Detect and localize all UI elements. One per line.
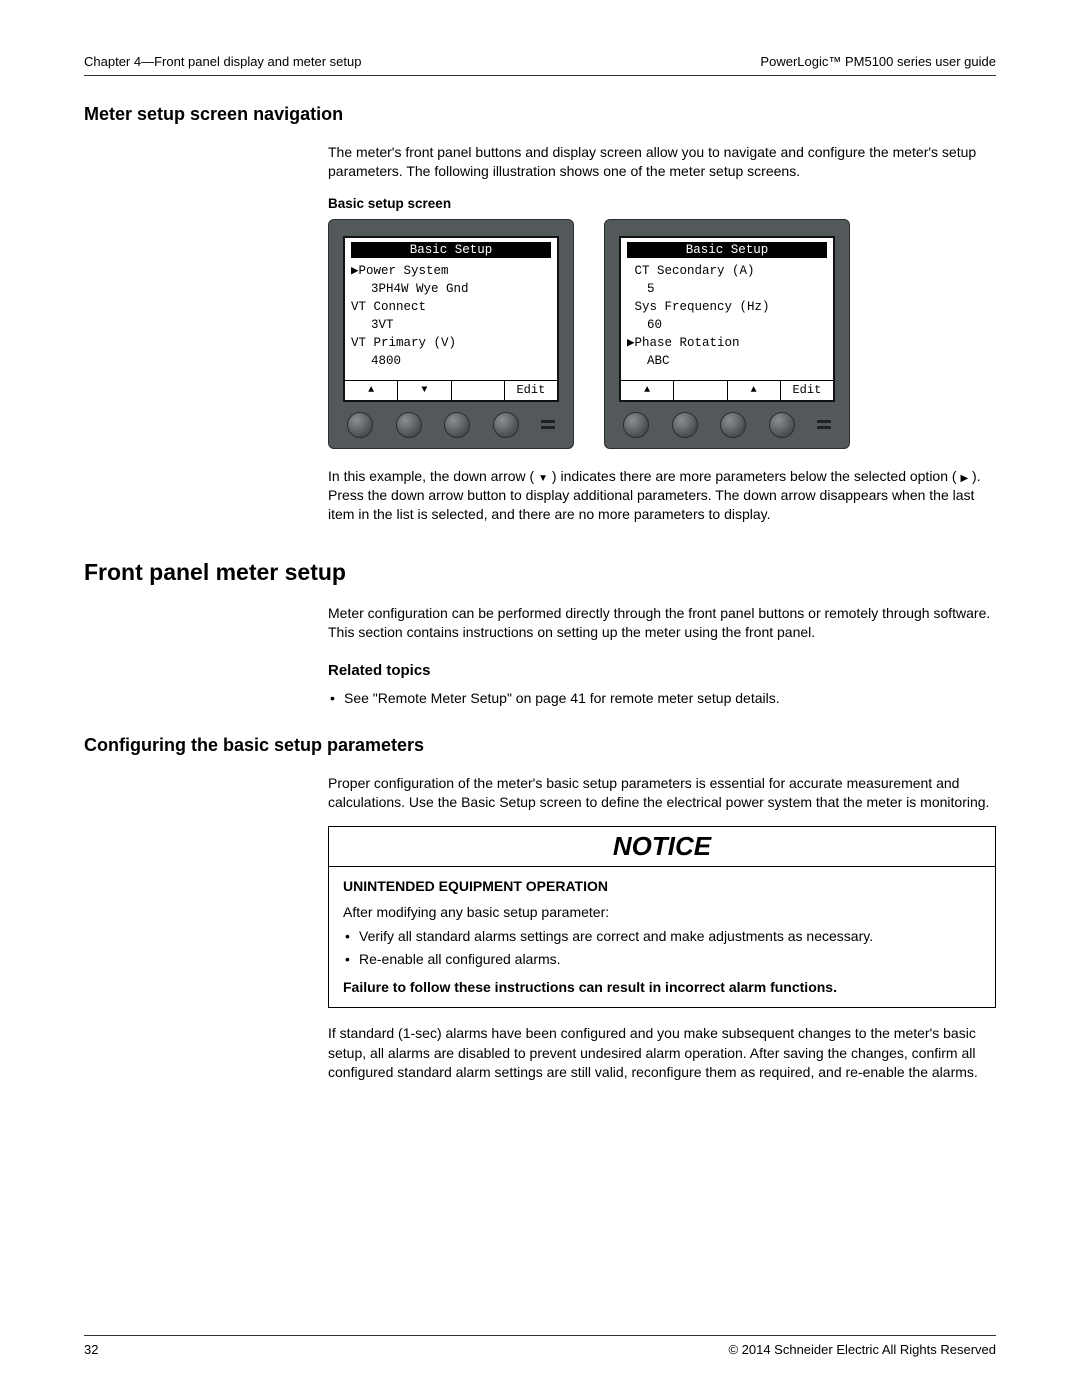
lcd-row: Sys Frequency (Hz) <box>627 298 827 316</box>
down-arrow-icon: ▼ <box>398 381 451 400</box>
header-right: PowerLogic™ PM5100 series user guide <box>760 54 996 69</box>
page-footer: 32 © 2014 Schneider Electric All Rights … <box>84 1335 996 1357</box>
hardware-button <box>347 412 373 438</box>
up-arrow-icon: ▲ <box>621 381 674 400</box>
lcd-row: CT Secondary (A) <box>627 262 827 280</box>
hardware-button <box>672 412 698 438</box>
section-front-panel-setup: Front panel meter setup <box>84 559 996 586</box>
notice-bullet: Verify all standard alarms settings are … <box>343 927 981 947</box>
para-example: In this example, the down arrow ( ▼ ) in… <box>328 467 996 525</box>
lcd-title: Basic Setup <box>627 242 827 258</box>
up-arrow-icon: ▲ <box>728 381 781 400</box>
foot-edit: Edit <box>781 381 833 400</box>
lcd-right: Basic Setup CT Secondary (A) 5 Sys Frequ… <box>619 236 835 402</box>
section-configuring-basic: Configuring the basic setup parameters <box>84 735 996 756</box>
down-arrow-inline-icon: ▼ <box>538 473 548 484</box>
lcd-value: 60 <box>627 316 827 334</box>
notice-title: NOTICE <box>329 827 995 867</box>
hardware-button <box>720 412 746 438</box>
meter-screens: Basic Setup ▶Power System 3PH4W Wye Gnd … <box>328 219 996 449</box>
foot-blank <box>674 381 727 400</box>
related-topic-item: See "Remote Meter Setup" on page 41 for … <box>328 689 996 709</box>
lcd-row: VT Connect <box>351 298 551 316</box>
lcd-left: Basic Setup ▶Power System 3PH4W Wye Gnd … <box>343 236 559 402</box>
hardware-button <box>623 412 649 438</box>
lcd-value: ABC <box>627 352 827 370</box>
menu-bars-icon <box>541 420 555 429</box>
foot-edit: Edit <box>505 381 557 400</box>
notice-bullet: Re-enable all configured alarms. <box>343 950 981 970</box>
notice-warning: Failure to follow these instructions can… <box>343 978 981 998</box>
lcd-row: ▶Power System <box>351 262 551 280</box>
hardware-button <box>396 412 422 438</box>
hardware-button <box>493 412 519 438</box>
notice-subtitle: UNINTENDED EQUIPMENT OPERATION <box>343 877 981 897</box>
right-arrow-inline-icon: ▶ <box>960 473 968 484</box>
meter-device-right: Basic Setup CT Secondary (A) 5 Sys Frequ… <box>604 219 850 449</box>
caption-basic-setup: Basic setup screen <box>328 196 996 211</box>
lcd-row: ▶Phase Rotation <box>627 334 827 352</box>
para-front-panel: Meter configuration can be performed dir… <box>328 604 996 643</box>
copyright: © 2014 Schneider Electric All Rights Res… <box>728 1342 996 1357</box>
lcd-footer: ▲ ▲ Edit <box>621 380 833 400</box>
header-left: Chapter 4—Front panel display and meter … <box>84 54 362 69</box>
page-number: 32 <box>84 1342 98 1357</box>
para-nav-intro: The meter's front panel buttons and disp… <box>328 143 996 182</box>
lcd-value: 4800 <box>351 352 551 370</box>
meter-device-left: Basic Setup ▶Power System 3PH4W Wye Gnd … <box>328 219 574 449</box>
para-configuring: Proper configuration of the meter's basi… <box>328 774 996 813</box>
hardware-button <box>769 412 795 438</box>
section-meter-setup-nav: Meter setup screen navigation <box>84 104 996 125</box>
hardware-button <box>444 412 470 438</box>
lcd-title: Basic Setup <box>351 242 551 258</box>
lcd-row: VT Primary (V) <box>351 334 551 352</box>
menu-bars-icon <box>817 420 831 429</box>
notice-intro: After modifying any basic setup paramete… <box>343 903 981 923</box>
para-after-notice: If standard (1-sec) alarms have been con… <box>328 1024 996 1082</box>
notice-box: NOTICE UNINTENDED EQUIPMENT OPERATION Af… <box>328 826 996 1008</box>
foot-blank <box>452 381 505 400</box>
up-arrow-icon: ▲ <box>345 381 398 400</box>
lcd-value: 5 <box>627 280 827 298</box>
lcd-value: 3PH4W Wye Gnd <box>351 280 551 298</box>
heading-related-topics: Related topics <box>328 662 996 679</box>
lcd-footer: ▲ ▼ Edit <box>345 380 557 400</box>
page-header: Chapter 4—Front panel display and meter … <box>84 54 996 76</box>
lcd-value: 3VT <box>351 316 551 334</box>
